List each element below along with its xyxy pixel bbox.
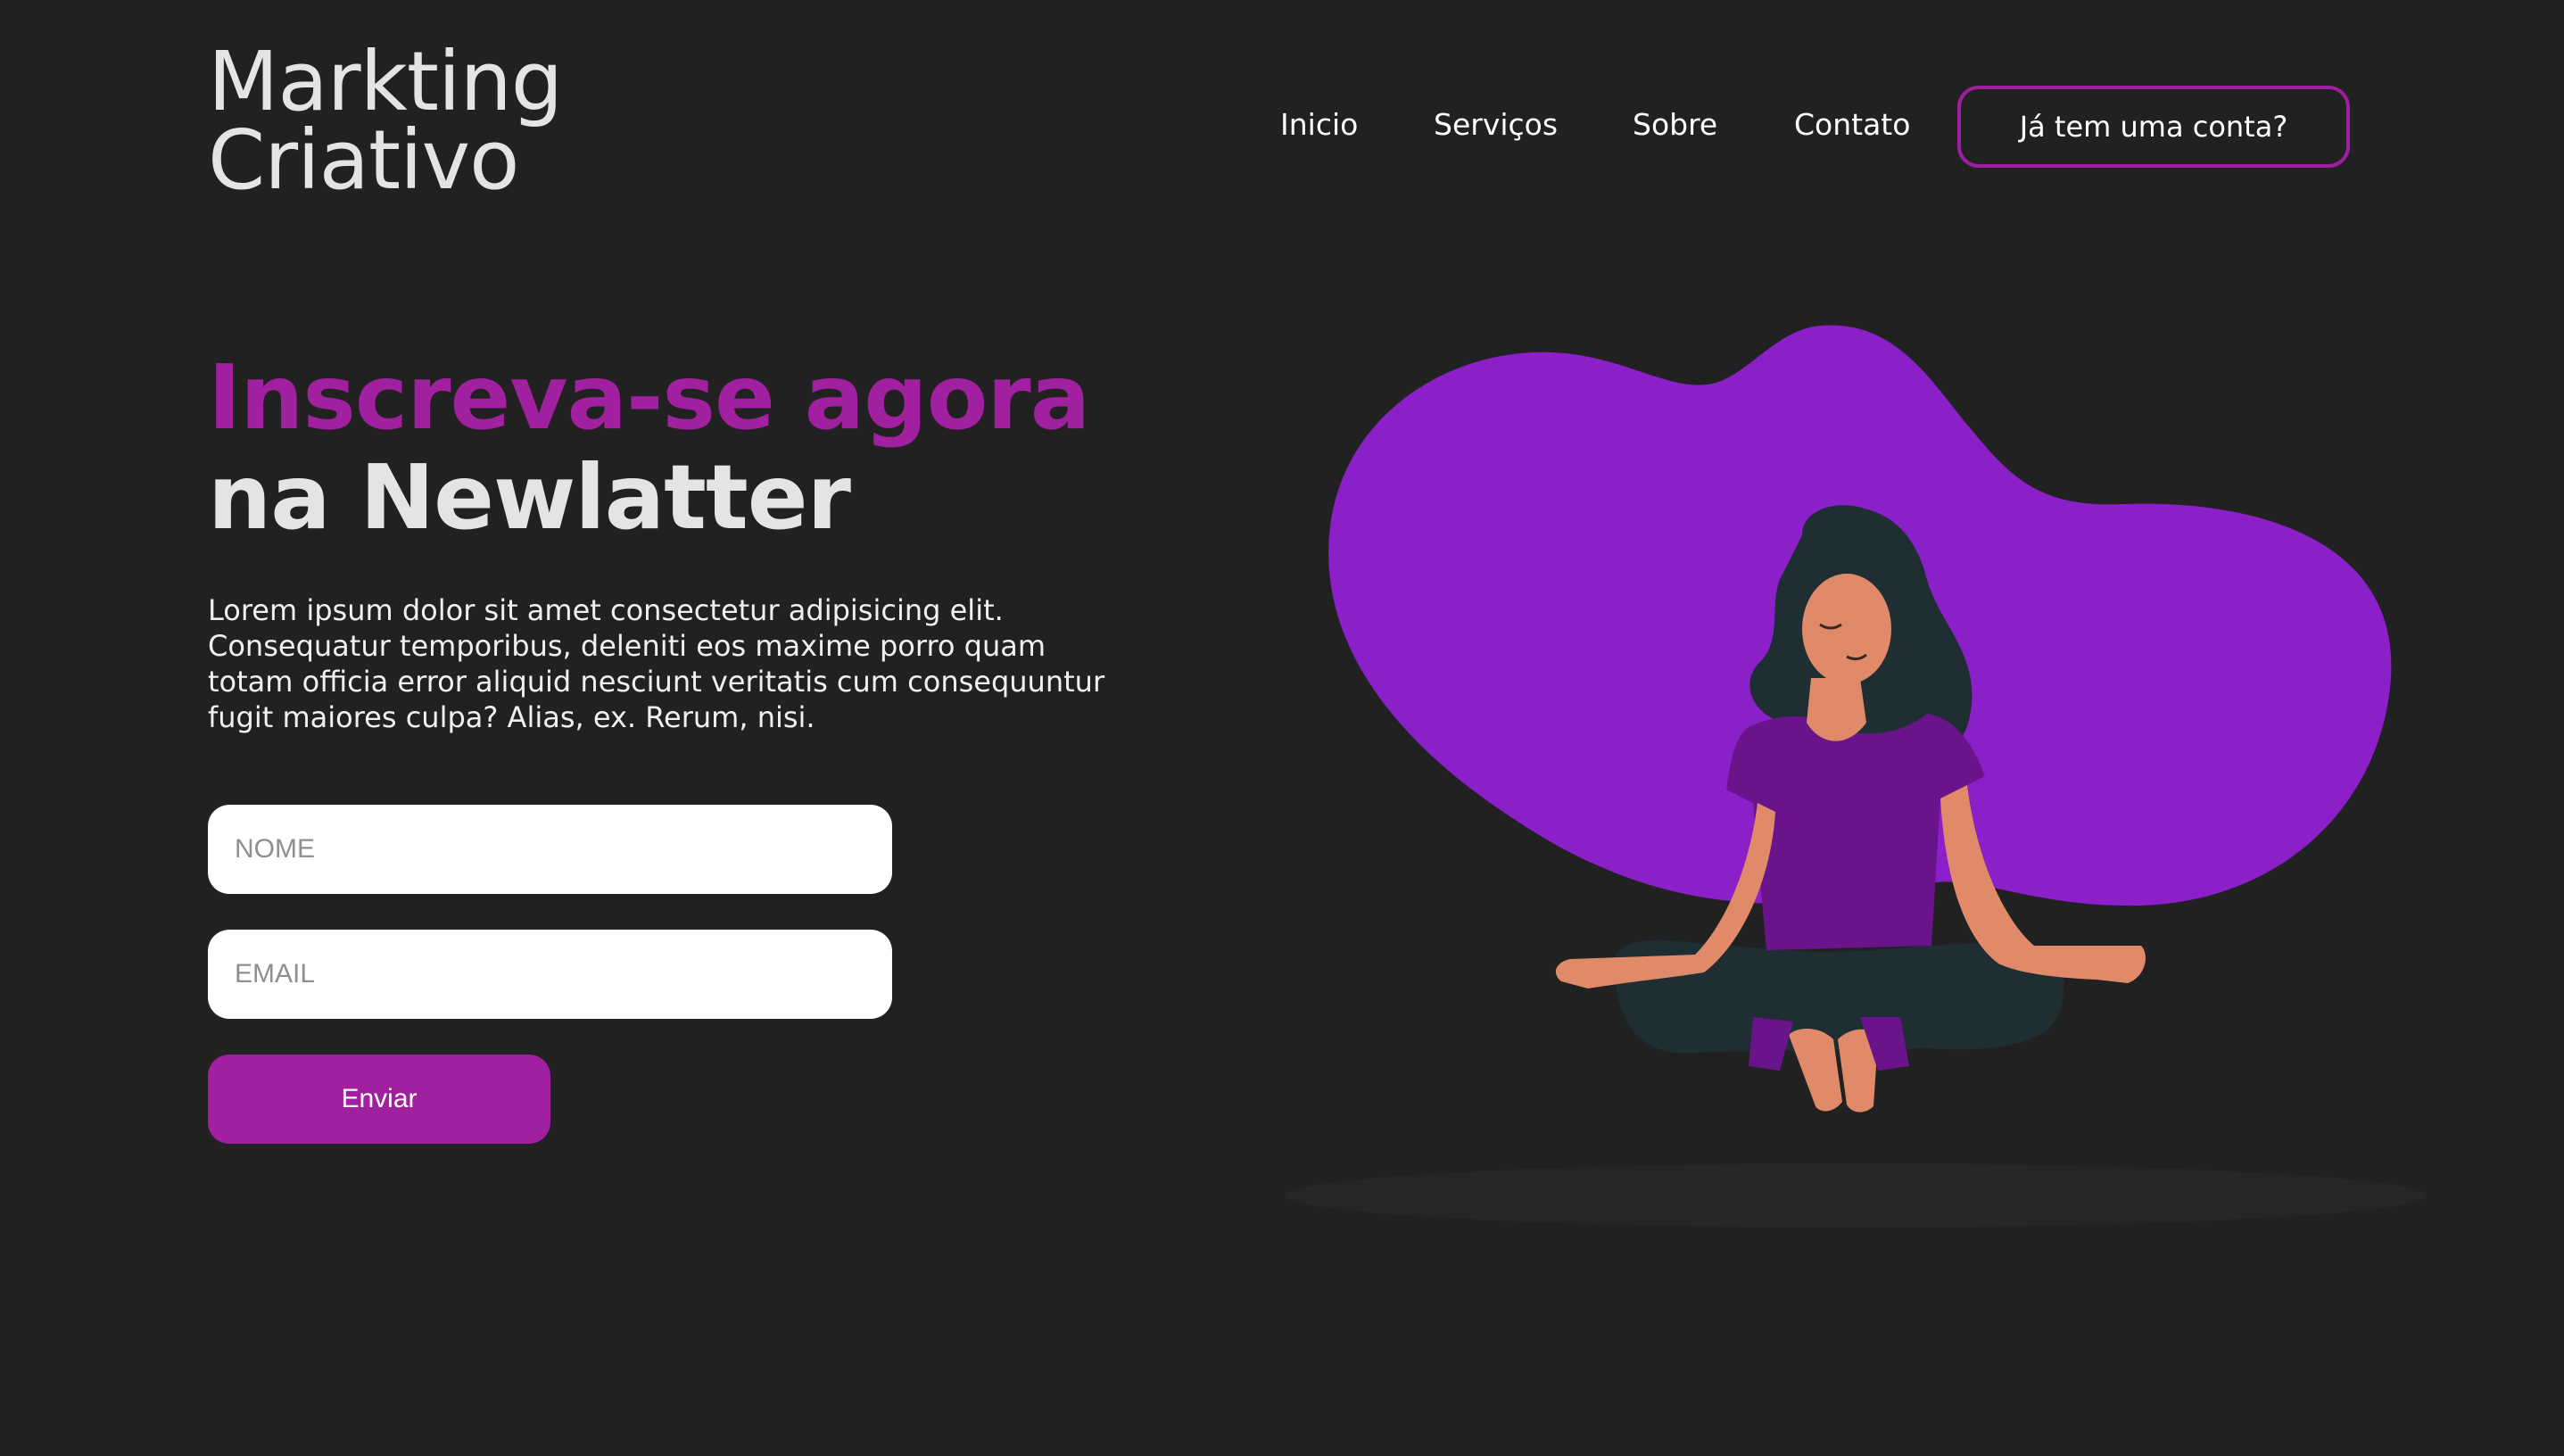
hero-title-line-2: na Newlatter: [208, 445, 851, 550]
nav-link-contato[interactable]: Contato: [1794, 107, 1910, 142]
nav-link-inicio[interactable]: Inicio: [1280, 107, 1358, 142]
nav-link-sobre[interactable]: Sobre: [1633, 107, 1717, 142]
email-input[interactable]: [208, 930, 892, 1019]
site-logo[interactable]: Markting Criativo: [208, 34, 563, 208]
hero-title: Inscreva-se agora na Newlatter: [208, 345, 1090, 550]
hero-title-line-1: Inscreva-se agora: [208, 345, 1090, 450]
nav-link-servicos[interactable]: Serviços: [1434, 107, 1558, 142]
logo-line-1: Markting: [208, 34, 563, 129]
neck: [1807, 678, 1866, 741]
submit-button[interactable]: Enviar: [208, 1055, 550, 1144]
hero-description: Lorem ipsum dolor sit amet consectetur a…: [208, 593, 1105, 734]
woman-meditating-illustration: [1285, 325, 2427, 1228]
logo-line-2: Criativo: [208, 112, 519, 208]
name-input[interactable]: [208, 805, 892, 894]
floor-shadow: [1285, 1163, 2427, 1228]
face: [1802, 574, 1891, 684]
account-login-button[interactable]: Já tem uma conta?: [1957, 86, 2350, 168]
feet: [1789, 1029, 1878, 1113]
